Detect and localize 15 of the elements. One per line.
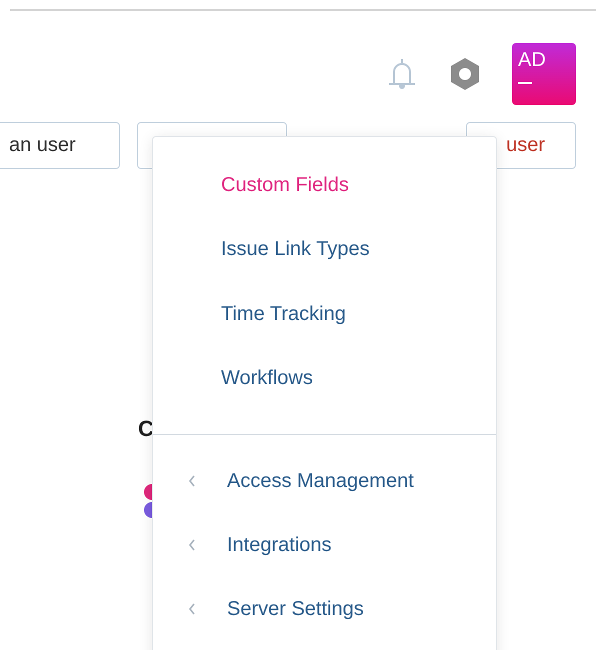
user-avatar[interactable]: AD	[512, 43, 576, 105]
section-heading: C	[138, 416, 154, 442]
menu-item[interactable]: Workflows	[153, 354, 496, 418]
chevron-left-icon	[187, 537, 197, 553]
chevron-left-icon	[187, 473, 197, 489]
notification-bell-icon[interactable]	[386, 57, 418, 91]
menu-item[interactable]: Integrations	[153, 513, 496, 577]
logo-icon	[144, 484, 152, 518]
menu-item[interactable]: Time Tracking	[153, 289, 496, 354]
menu-item[interactable]: Access Management	[153, 449, 496, 513]
settings-icon[interactable]	[448, 57, 482, 91]
chevron-left-icon	[187, 601, 197, 617]
menu-item[interactable]: Issue Link Types	[153, 224, 496, 289]
menu-item[interactable]: Server Settings	[153, 577, 496, 641]
user-button[interactable]: an user	[0, 122, 120, 169]
